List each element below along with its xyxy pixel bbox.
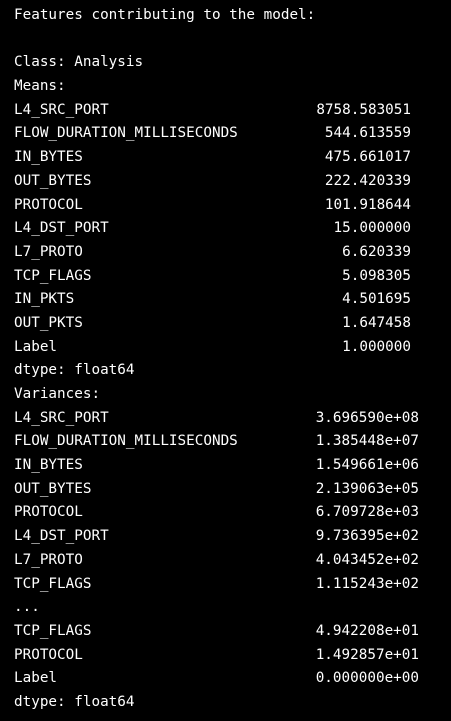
feature-value: 15.000000 [333, 220, 411, 237]
variances-header: Variances: [14, 386, 101, 402]
feature-value: 1.385448e+07 [315, 433, 419, 450]
feature-name: OUT_BYTES [14, 172, 92, 189]
feature-value: 1.549661e+06 [315, 457, 419, 474]
feature-name: TCP_FLAGS [14, 622, 92, 639]
feature-name: PROTOCOL [14, 646, 83, 663]
feature-value: 222.420339 [324, 172, 411, 189]
variances-row: PROTOCOL 1.492857e+01 [14, 644, 444, 668]
variances-row: PROTOCOL 6.709728e+03 [14, 501, 444, 525]
feature-name: TCP_FLAGS [14, 575, 92, 592]
feature-value: 1.647458 [342, 314, 411, 331]
means-row: L7_PROTO 6.620339 [14, 241, 444, 265]
feature-value: 2.139063e+05 [315, 480, 419, 497]
variances-row: TCP_FLAGS 4.942208e+01 [14, 620, 444, 644]
feature-name: L4_DST_PORT [14, 528, 109, 545]
means-row: PROTOCOL 101.918644 [14, 194, 444, 218]
variances-row: L4_DST_PORT 9.736395e+02 [14, 525, 444, 549]
class-line: Class: Analysis [14, 54, 144, 71]
means-dtype: dtype: float64 [14, 362, 135, 379]
feature-value: 3.696590e+08 [315, 409, 419, 426]
feature-name: PROTOCOL [14, 196, 83, 213]
feature-value: 1.000000 [342, 338, 411, 355]
means-header: Means: [14, 78, 66, 95]
means-row: IN_BYTES 475.661017 [14, 146, 444, 170]
feature-value: 0.000000e+00 [315, 670, 419, 687]
feature-name: TCP_FLAGS [14, 267, 92, 284]
variances-row: IN_BYTES 1.549661e+06 [14, 454, 444, 478]
variances-row: OUT_BYTES 2.139063e+05 [14, 478, 444, 502]
means-row: OUT_BYTES 222.420339 [14, 170, 444, 194]
feature-value: 475.661017 [324, 149, 411, 166]
feature-name: L4_DST_PORT [14, 220, 109, 237]
feature-value: 4.501695 [342, 291, 411, 308]
means-row: L4_SRC_PORT 8758.583051 [14, 99, 444, 123]
variances-row: L7_PROTO 4.043452e+02 [14, 549, 444, 573]
means-row: TCP_FLAGS 5.098305 [14, 265, 444, 289]
feature-value: 8758.583051 [316, 101, 411, 118]
feature-name: L4_SRC_PORT [14, 101, 109, 118]
feature-name: PROTOCOL [14, 504, 83, 521]
feature-value: 1.115243e+02 [315, 575, 419, 592]
feature-value: 544.613559 [324, 125, 411, 142]
means-row: Label 1.000000 [14, 336, 444, 360]
feature-name: L4_SRC_PORT [14, 409, 109, 426]
ellipsis: ... [14, 599, 40, 616]
feature-value: 6.709728e+03 [315, 504, 419, 521]
feature-value: 1.492857e+01 [315, 646, 419, 663]
means-table: L4_SRC_PORT 8758.583051 FLOW_DURATION_MIL… [14, 99, 444, 360]
feature-value: 101.918644 [324, 196, 411, 213]
means-row: FLOW_DURATION_MILLISECONDS 544.613559 [14, 122, 444, 146]
feature-name: Label [14, 338, 58, 355]
means-row: L4_DST_PORT 15.000000 [14, 217, 444, 241]
feature-name: OUT_BYTES [14, 480, 92, 497]
feature-name: L7_PROTO [14, 551, 83, 568]
feature-name: FLOW_DURATION_MILLISECONDS [14, 125, 238, 142]
means-row: IN_PKTS 4.501695 [14, 288, 444, 312]
output-header: Features contributing to the model: [14, 7, 316, 23]
variances-row: FLOW_DURATION_MILLISECONDS 1.385448e+07 [14, 430, 444, 454]
feature-name: FLOW_DURATION_MILLISECONDS [14, 433, 238, 450]
variances-row: TCP_FLAGS 1.115243e+02 [14, 573, 444, 597]
feature-name: L7_PROTO [14, 243, 83, 260]
feature-value: 4.043452e+02 [315, 551, 419, 568]
variances-row: Label 0.000000e+00 [14, 667, 444, 691]
feature-value: 6.620339 [342, 243, 411, 260]
variances-table: L4_SRC_PORT 3.696590e+08 FLOW_DURATION_MI… [14, 407, 444, 691]
feature-value: 9.736395e+02 [315, 528, 419, 545]
variances-dtype: dtype: float64 [14, 693, 135, 710]
variances-row: L4_SRC_PORT 3.696590e+08 [14, 407, 444, 431]
feature-name: Label [14, 670, 58, 687]
feature-name: IN_PKTS [14, 291, 75, 308]
feature-name: IN_BYTES [14, 149, 83, 166]
feature-name: IN_BYTES [14, 457, 83, 474]
means-row: OUT_PKTS 1.647458 [14, 312, 444, 336]
feature-value: 4.942208e+01 [315, 622, 419, 639]
console-output: Features contributing to the model: Clas… [14, 4, 444, 715]
feature-value: 5.098305 [342, 267, 411, 284]
feature-name: OUT_PKTS [14, 314, 83, 331]
